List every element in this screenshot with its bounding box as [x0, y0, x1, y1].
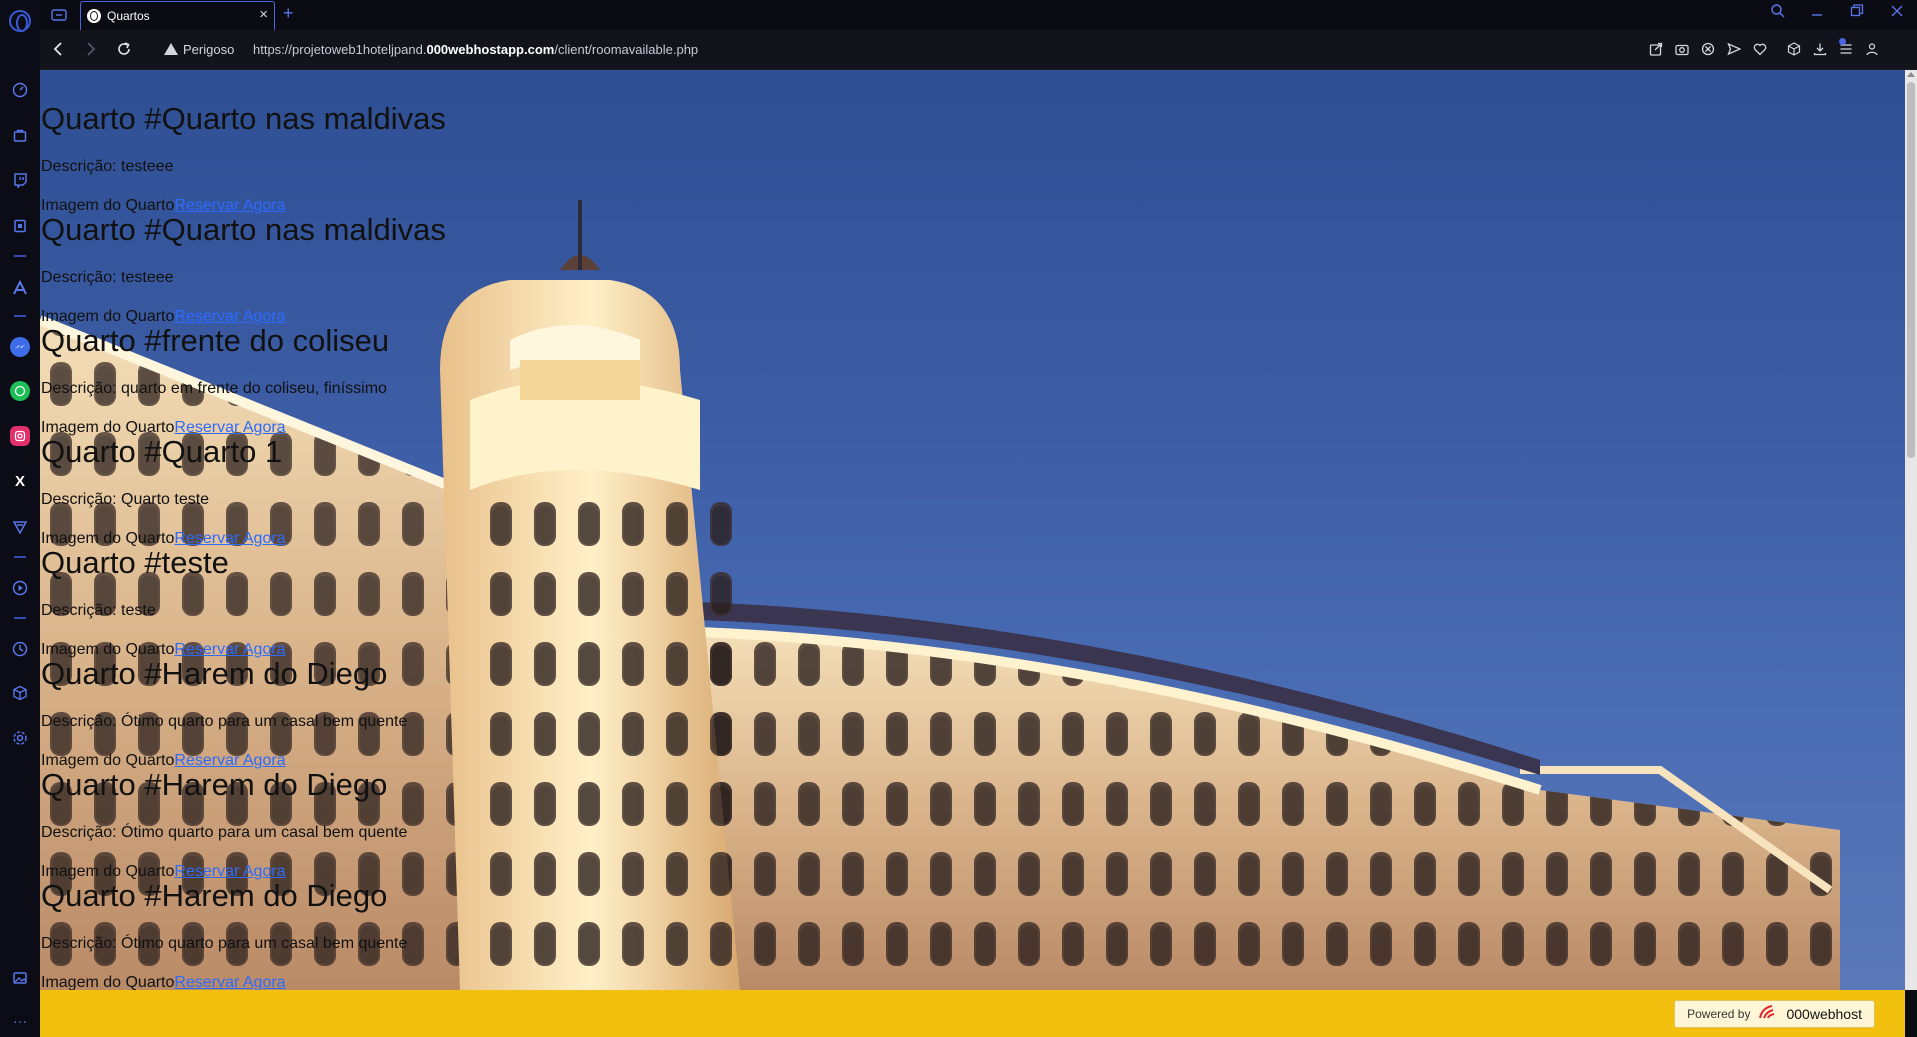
url-prefix: https://projetoweb1hoteljpand. [253, 42, 427, 57]
address-toolbar: Perigoso https://projetoweb1hoteljpand.0… [40, 30, 1917, 70]
tab-strip: Quartos × + [40, 0, 1917, 30]
aria-icon[interactable] [9, 277, 31, 299]
browser-sidebar: X ··· [0, 0, 40, 1037]
profile-icon[interactable] [1863, 40, 1881, 58]
sidebar-divider [14, 617, 26, 619]
tab-title: Quartos [107, 9, 150, 23]
security-warning[interactable]: Perigoso [164, 42, 234, 57]
whatsapp-icon[interactable] [10, 381, 30, 401]
close-window-icon[interactable] [1890, 3, 1904, 24]
minimize-icon[interactable] [1810, 3, 1824, 24]
reload-icon[interactable] [114, 39, 134, 59]
page-viewport: Quarto #Quarto nas maldivas Descrição: te… [40, 70, 1917, 1037]
speed-dial-icon[interactable] [9, 79, 31, 101]
vpn-icon[interactable] [9, 516, 31, 538]
room-title: Quarto #Harem do Diego [41, 878, 388, 913]
room-description: Descrição: Quarto teste [41, 491, 210, 508]
download-badge [1839, 38, 1846, 45]
globe-icon [87, 9, 101, 23]
room-card: Quarto #teste Descrição: teste Imagem do Q… [41, 514, 941, 658]
back-icon[interactable] [48, 39, 68, 59]
sidebar-divider [14, 556, 26, 558]
player-icon[interactable] [9, 577, 31, 599]
twitch-icon[interactable] [9, 169, 31, 191]
room-description: Descrição: Ótimo quarto para um casal be… [41, 713, 408, 730]
room-card: Quarto #Harem do Diego Descrição: Ótimo q… [41, 847, 941, 991]
heart-icon[interactable] [1751, 40, 1769, 58]
address-bar[interactable]: https://projetoweb1hoteljpand.000webhost… [253, 42, 698, 57]
image-icon[interactable] [9, 967, 31, 989]
sidebar-divider [14, 255, 26, 257]
room-title: Quarto #frente do coliseu [41, 323, 390, 358]
tab-overview-icon[interactable] [50, 7, 68, 23]
share-icon[interactable] [1647, 40, 1665, 58]
powered-by-label: Powered by [1687, 1007, 1751, 1021]
book-icon[interactable] [9, 215, 31, 237]
warning-icon [164, 43, 178, 55]
room-description: Descrição: testeee [41, 269, 174, 286]
download-icon[interactable] [1811, 40, 1829, 58]
room-card: Quarto #frente do coliseu Descrição: quar… [41, 292, 941, 436]
bag-icon[interactable] [9, 124, 31, 146]
powered-by-badge[interactable]: Powered by 000webhost [1674, 1000, 1875, 1028]
new-tab-icon[interactable]: + [283, 3, 294, 24]
webhost-logo-icon [1758, 1004, 1778, 1025]
room-title: Quarto #Quarto nas maldivas [41, 101, 446, 136]
send-icon[interactable] [1725, 40, 1743, 58]
url-path: /client/roomavailable.php [554, 42, 699, 57]
room-description: Descrição: teste [41, 602, 156, 619]
cube-icon[interactable] [1785, 40, 1803, 58]
brand-name: 000webhost [1786, 1006, 1862, 1022]
room-card: Quarto #Quarto nas maldivas Descrição: te… [41, 181, 941, 325]
room-title: Quarto #Harem do Diego [41, 656, 388, 691]
settings-icon[interactable] [9, 727, 31, 749]
room-card: Quarto #Quarto 1 Descrição: Quarto teste I… [41, 403, 941, 547]
scrollbar-thumb[interactable] [1907, 82, 1915, 458]
room-card: Quarto #Harem do Diego Descrição: Ótimo q… [41, 625, 941, 769]
scroll-up-icon[interactable] [1907, 72, 1915, 77]
camera-icon[interactable] [1673, 40, 1691, 58]
opera-logo-icon[interactable] [9, 10, 31, 32]
close-icon[interactable]: × [259, 6, 268, 23]
room-description: Descrição: Ótimo quarto para um casal be… [41, 824, 408, 841]
page-footer: Powered by 000webhost [40, 990, 1905, 1037]
more-icon[interactable]: ··· [9, 1010, 31, 1032]
restore-icon[interactable] [1850, 3, 1864, 24]
url-domain: 000webhostapp.com [426, 42, 555, 57]
forward-icon[interactable] [81, 39, 101, 59]
room-title: Quarto #Quarto nas maldivas [41, 212, 446, 247]
x-icon[interactable]: X [9, 470, 31, 492]
sidebar-divider [14, 315, 26, 317]
instagram-icon[interactable] [10, 426, 30, 446]
room-description: Descrição: testeee [41, 158, 174, 175]
room-title: Quarto #teste [41, 545, 229, 580]
security-label: Perigoso [183, 42, 235, 57]
room-title: Quarto #Quarto 1 [41, 434, 283, 469]
messenger-icon[interactable] [10, 337, 30, 357]
room-card: Quarto #Harem do Diego Descrição: Ótimo q… [41, 736, 941, 880]
room-title: Quarto #Harem do Diego [41, 767, 388, 802]
room-card: Quarto #Quarto nas maldivas Descrição: te… [41, 70, 941, 214]
room-description: Descrição: quarto em frente do coliseu, … [41, 380, 387, 397]
tab-quartos[interactable]: Quartos × [80, 1, 275, 30]
history-icon[interactable] [9, 638, 31, 660]
page-scrollbar[interactable] [1905, 70, 1917, 990]
reserve-now-link[interactable]: Reservar Agora [174, 974, 285, 991]
adblock-icon[interactable] [1699, 40, 1717, 58]
extensions-icon[interactable] [9, 682, 31, 704]
search-tabs-icon[interactable] [1770, 3, 1786, 24]
room-description: Descrição: Ótimo quarto para um casal be… [41, 935, 408, 952]
rooms-list: Quarto #Quarto nas maldivas Descrição: te… [41, 70, 941, 991]
